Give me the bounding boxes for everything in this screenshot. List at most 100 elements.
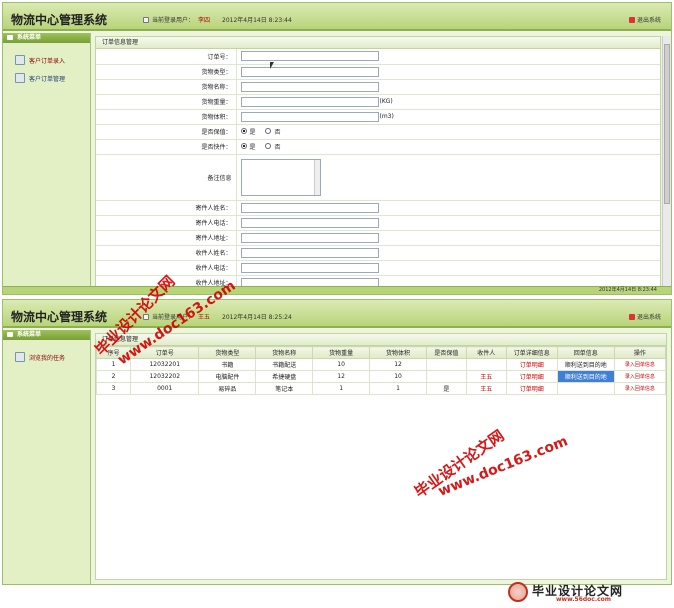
goods-weight-label: 货物重量： [96,94,237,110]
remark-label: 备注信息 [96,154,237,201]
exit-icon [628,17,635,23]
cell-order: 12032202 [130,370,200,383]
sidebar-item-label: 浏览我的任务 [29,354,66,362]
column-header: 货物类型 [198,346,257,359]
cell-volume: 1 [369,382,427,395]
mouse-cursor-icon [270,62,278,69]
cell-no: 3 [95,382,132,395]
cell-type: 书籍 [198,358,257,371]
order-detail-link[interactable]: 订单明细 [505,370,558,383]
sidebar: 系统菜单 客户订单录入 客户订单管理 [3,33,91,294]
order-no-input[interactable] [240,51,379,62]
cell-receiver [465,358,507,371]
table-row: 3 0001 易碎品 笔记本 1 1 是 王五 订单明细 录入回单信息 [95,382,667,395]
main-content: 订单信息管理 序号 订单号 货物类型 货物名称 货物重量 货物体积 是否保值 收… [95,333,671,584]
cell-receipt: 顺利送到目的地 [556,358,615,371]
table-row: 2 12032202 电脑配件 希捷硬盘 12 10 王五 订单明细 顺利送到目… [95,370,667,383]
column-header: 回单信息 [556,346,615,359]
brand-logo: 毕业设计论文网 www.56doc.com [508,582,668,604]
enter-receipt-link[interactable]: 录入回单信息 [613,370,667,383]
sidebar-item-my-tasks[interactable]: 浏览我的任务 [3,348,90,366]
status-bar: 2012年4月14日 8:23:44 [3,286,671,294]
scrollbar-thumb[interactable] [664,44,670,204]
cell-insured: 是 [425,382,467,395]
column-header: 订单详细信息 [505,346,558,359]
goods-name-input[interactable] [240,81,379,92]
radio-label: 否 [274,143,281,151]
vertical-scrollbar[interactable] [662,36,671,286]
cell-insured [425,358,467,371]
goods-type-label: 货物类型： [96,64,237,80]
enter-receipt-link[interactable]: 录入回单信息 [613,358,667,371]
weight-unit: (KG) [379,98,393,105]
column-header: 操作 [613,346,667,359]
task-panel: 订单信息管理 序号 订单号 货物类型 货物名称 货物重量 货物体积 是否保值 收… [95,333,667,580]
sidebar-item-order-entry[interactable]: 客户订单录入 [3,51,90,69]
current-time: 2012年4月14日 8:23:44 [222,17,292,24]
sidebar: 系统菜单 浏览我的任务 [3,330,91,584]
login-label: 当前登录用户： [152,314,195,321]
sidebar-item-order-manage[interactable]: 客户订单管理 [3,69,90,87]
cell-order: 12032201 [130,358,200,371]
cell-insured [425,370,467,383]
receiver-name-input[interactable] [240,247,379,258]
receiver-phone-label: 收件人电话： [96,260,237,276]
current-user: 王五 [198,314,211,321]
radio-label: 是 [249,128,256,136]
cell-receipt: 顺利送到目的地 [556,370,615,383]
insured-yes-radio[interactable]: 是 [240,127,256,136]
cell-volume: 12 [369,358,427,371]
sidebar-item-label: 客户订单管理 [29,75,66,83]
sender-phone-input[interactable] [240,217,379,228]
exit-button[interactable]: 退出系统 [628,15,661,24]
remark-textarea[interactable] [240,158,321,196]
sidebar-item-label: 客户订单录入 [29,57,66,65]
cell-weight: 1 [312,382,371,395]
exit-button[interactable]: 退出系统 [628,312,661,321]
order-form-panel: 订单信息管理 订单号： 货物类型： 货物名称： 货物重量： (KG) 货物体积： (… [95,36,661,294]
insured-no-radio[interactable]: 否 [265,127,280,136]
cell-receipt [556,382,615,395]
order-no-label: 订单号： [96,49,237,65]
enter-receipt-link[interactable]: 录入回单信息 [613,382,667,395]
column-header: 货物名称 [255,346,314,359]
cell-volume: 10 [369,370,427,383]
system-title: 物流中心管理系统 [11,13,108,27]
panel-title: 订单信息管理 [96,37,660,49]
goods-type-input[interactable] [240,66,379,77]
order-detail-link[interactable]: 订单明细 [505,382,558,395]
cell-name: 希捷硬盘 [255,370,314,383]
login-info: 当前登录用户： 王五 2012年4月14日 8:25:24 [143,312,292,321]
goods-volume-input[interactable] [240,111,379,122]
column-header: 货物重量 [312,346,371,359]
goods-weight-input[interactable] [240,96,379,107]
system-title: 物流中心管理系统 [11,310,108,324]
exit-label: 退出系统 [636,314,661,321]
order-table: 序号 订单号 货物类型 货物名称 货物重量 货物体积 是否保值 收件人 订单详细… [95,346,667,395]
sender-addr-input[interactable] [240,232,379,243]
order-detail-link[interactable]: 订单明细 [505,358,558,371]
sender-name-label: 寄件人姓名： [96,200,237,216]
fragile-yes-radio[interactable]: 是 [240,142,256,151]
cell-receiver: 王五 [465,370,507,383]
sender-name-input[interactable] [240,202,379,213]
header-bar: 物流中心管理系统 当前登录用户： 王五 2012年4月14日 8:25:24 退出系… [3,300,671,328]
column-header: 订单号 [130,346,200,359]
screenshot-task-list: 物流中心管理系统 当前登录用户： 王五 2012年4月14日 8:25:24 退出系… [2,299,672,585]
column-header: 收件人 [465,346,507,359]
user-icon [143,17,149,23]
panel-title: 订单信息管理 [96,334,666,346]
cell-weight: 10 [312,358,371,371]
cell-type: 电脑配件 [198,370,257,383]
receiver-phone-input[interactable] [240,262,379,273]
table-row: 1 12032201 书籍 书籍配送 10 12 订单明细 顺利送到目的地 录入… [95,358,667,371]
column-header: 货物体积 [369,346,427,359]
cell-no: 1 [95,358,132,371]
login-label: 当前登录用户： [152,17,195,24]
exit-icon [628,314,635,320]
sidebar-header: 系统菜单 [3,33,90,43]
cell-type: 易碎品 [198,382,257,395]
fragile-no-radio[interactable]: 否 [265,142,280,151]
screenshot-order-entry: 物流中心管理系统 当前登录用户： 李四 2012年4月14日 8:23:44 退出系… [2,2,672,295]
table-header-row: 序号 订单号 货物类型 货物名称 货物重量 货物体积 是否保值 收件人 订单详细… [95,346,667,359]
